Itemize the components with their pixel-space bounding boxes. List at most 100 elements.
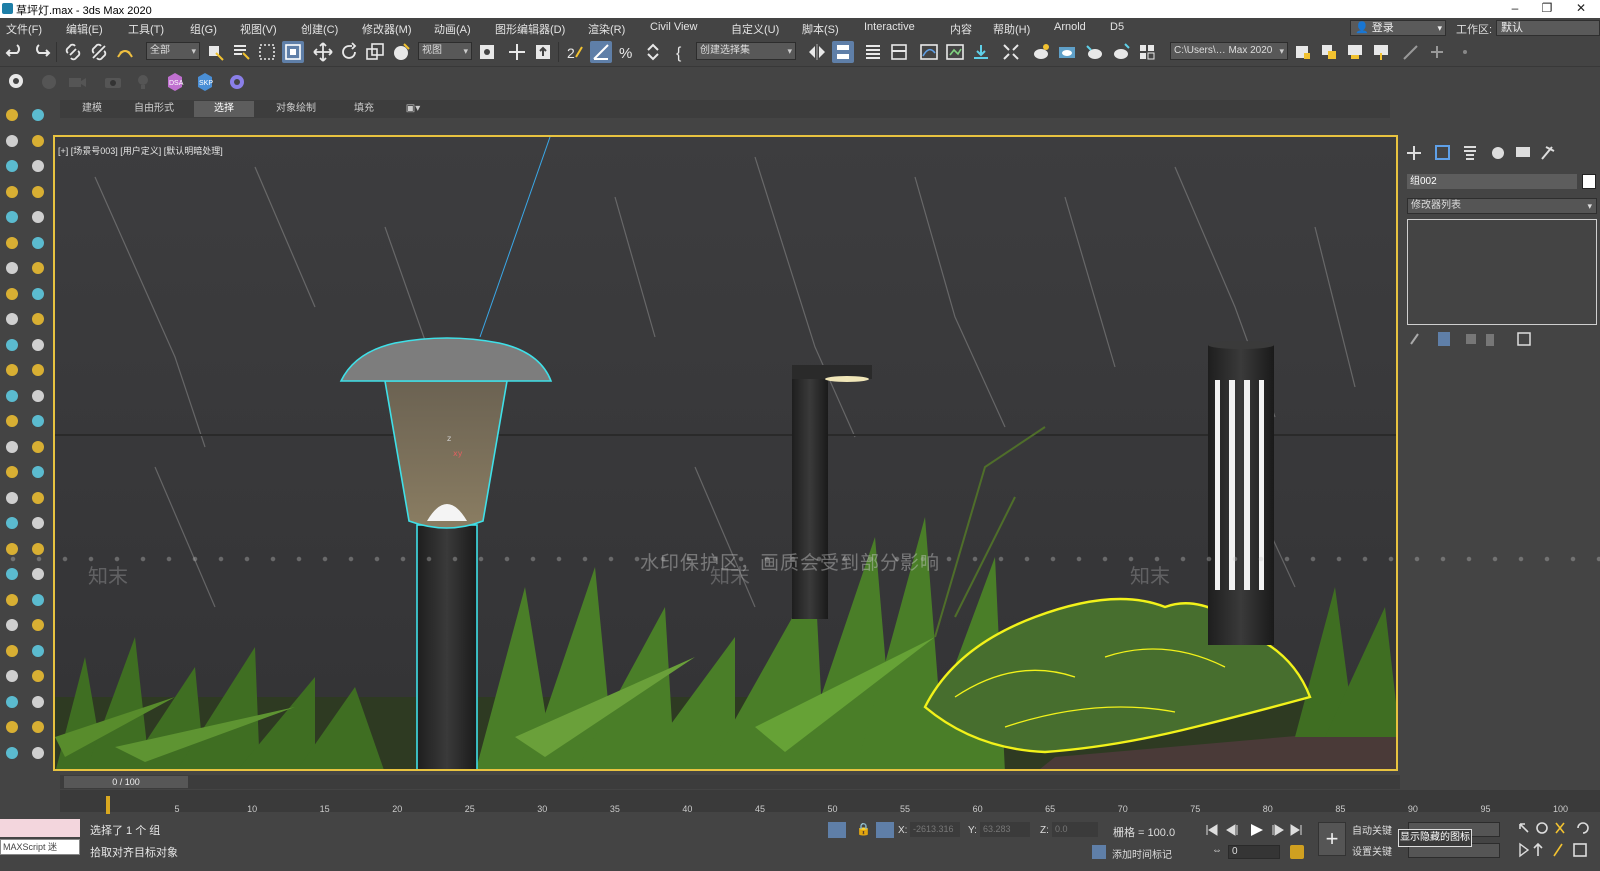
space-warps-icon[interactable] xyxy=(28,743,48,763)
skp-plugin-button[interactable]: SKP xyxy=(194,71,216,93)
create-shape-icon[interactable] xyxy=(28,105,48,125)
create-light-icon[interactable] xyxy=(28,666,48,686)
search-button[interactable] xyxy=(6,71,28,93)
space-warps-icon[interactable] xyxy=(2,233,22,253)
space-warps-icon[interactable] xyxy=(28,207,48,227)
sphere-tool-button[interactable] xyxy=(38,71,60,93)
dot-button[interactable] xyxy=(1454,41,1476,63)
undo-button[interactable] xyxy=(4,41,26,63)
create-shape-icon[interactable] xyxy=(2,131,22,151)
scene-explorer-button[interactable] xyxy=(1318,41,1340,63)
create-light-icon[interactable] xyxy=(28,488,48,508)
systems-icon[interactable] xyxy=(28,411,48,431)
helpers-icon[interactable] xyxy=(28,717,48,737)
menu-scripting[interactable]: 脚本(S) xyxy=(802,21,839,37)
scale-button[interactable] xyxy=(364,41,386,63)
maxscript-listener[interactable] xyxy=(0,819,80,837)
settings-plugin-button[interactable] xyxy=(226,71,248,93)
object-name-field[interactable]: 组002 xyxy=(1407,174,1577,189)
render-in-cloud-button[interactable] xyxy=(1136,41,1158,63)
ribbon-options-button[interactable]: ▣▾ xyxy=(402,101,424,117)
modifier-list-dropdown[interactable]: 修改器列表 xyxy=(1407,198,1597,214)
create-geometry-icon[interactable] xyxy=(28,615,48,635)
menu-graph-editors[interactable]: 图形编辑器(D) xyxy=(495,21,565,37)
curve-editor-button[interactable] xyxy=(918,41,940,63)
photo-tool-button[interactable] xyxy=(102,71,124,93)
toggle-ribbon-button[interactable] xyxy=(888,41,910,63)
create-shape-icon[interactable] xyxy=(28,462,48,482)
menu-edit[interactable]: 编辑(E) xyxy=(66,21,103,37)
create-light-icon[interactable] xyxy=(2,335,22,355)
tab-object-paint[interactable]: 对象绘制 xyxy=(264,101,328,117)
absolute-mode-button[interactable] xyxy=(876,822,894,838)
create-geometry-icon[interactable] xyxy=(2,284,22,304)
systems-icon[interactable] xyxy=(28,233,48,253)
space-warps-icon[interactable] xyxy=(2,411,22,431)
create-camera-icon[interactable] xyxy=(2,360,22,380)
current-frame-marker[interactable] xyxy=(106,796,110,814)
add-time-tag-button[interactable]: 添加时间标记 xyxy=(1112,846,1172,861)
maximize-button[interactable]: ❐ xyxy=(1532,1,1562,17)
helpers-icon[interactable] xyxy=(28,182,48,202)
spinner-snap-button[interactable] xyxy=(642,41,664,63)
create-light-icon[interactable] xyxy=(2,156,22,176)
menu-view[interactable]: 视图(V) xyxy=(240,21,277,37)
viewport-label[interactable]: [+] [场景号003] [用户定义] [默认明暗处理] xyxy=(58,144,223,157)
create-geometry-icon[interactable] xyxy=(28,437,48,457)
z-coordinate-field[interactable]: 0.0 xyxy=(1052,822,1098,837)
time-config-icon[interactable] xyxy=(1290,845,1304,859)
create-camera-icon[interactable] xyxy=(2,182,22,202)
isolate-selection-button[interactable] xyxy=(828,822,846,838)
minimize-button[interactable]: – xyxy=(1500,1,1530,17)
reference-coordinate-dropdown[interactable]: 视图 xyxy=(418,42,472,60)
mirror-button[interactable] xyxy=(806,41,828,63)
space-warps-icon[interactable] xyxy=(28,386,48,406)
selection-filter-dropdown[interactable]: 全部 xyxy=(146,42,200,60)
helpers-icon[interactable] xyxy=(2,743,22,763)
systems-icon[interactable] xyxy=(2,258,22,278)
project-folder-button[interactable] xyxy=(1292,41,1314,63)
tab-populate[interactable]: 填充 xyxy=(336,101,392,117)
create-shape-icon[interactable] xyxy=(2,666,22,686)
create-geometry-icon[interactable] xyxy=(28,258,48,278)
stack-controls[interactable] xyxy=(1408,330,1548,348)
layer-explorer-button[interactable] xyxy=(862,41,884,63)
create-geometry-icon[interactable] xyxy=(2,105,22,125)
create-shape-icon[interactable] xyxy=(2,488,22,508)
menu-create[interactable]: 创建(C) xyxy=(301,21,338,37)
snaps-toggle-button[interactable]: 2 xyxy=(564,41,586,63)
systems-icon[interactable] xyxy=(2,615,22,635)
y-coordinate-field[interactable]: 63.283 xyxy=(980,822,1030,837)
create-camera-icon[interactable] xyxy=(28,513,48,533)
create-shape-icon[interactable] xyxy=(2,309,22,329)
edit-named-selection-button[interactable]: { xyxy=(672,41,694,63)
lock-icon[interactable]: 🔒 xyxy=(856,822,871,836)
project-path-dropdown[interactable]: C:\Users\… Max 2020 xyxy=(1170,42,1288,60)
region-select-button[interactable] xyxy=(256,41,278,63)
helpers-icon[interactable] xyxy=(2,386,22,406)
create-light-icon[interactable] xyxy=(28,131,48,151)
named-selection-dropdown[interactable]: 创建选择集 xyxy=(696,42,796,60)
current-frame-field[interactable]: 0 xyxy=(1228,845,1280,859)
camera-tool-button[interactable] xyxy=(66,71,88,93)
create-shape-icon[interactable] xyxy=(28,641,48,661)
menu-animation[interactable]: 动画(A) xyxy=(434,21,471,37)
viewport-nav-controls[interactable] xyxy=(1516,820,1600,860)
menu-arnold[interactable]: Arnold xyxy=(1054,21,1086,33)
menu-content[interactable]: 内容 xyxy=(950,21,972,37)
merge-button[interactable] xyxy=(1344,41,1366,63)
select-by-name-button[interactable] xyxy=(230,41,252,63)
rendered-frame-window-button[interactable] xyxy=(1030,41,1052,63)
close-button[interactable]: ✕ xyxy=(1566,1,1596,17)
perspective-viewport[interactable]: z xy xyxy=(53,135,1398,771)
systems-icon[interactable] xyxy=(28,590,48,610)
helpers-icon[interactable] xyxy=(28,360,48,380)
redo-button[interactable] xyxy=(30,41,52,63)
render-frame-button[interactable] xyxy=(1056,41,1078,63)
time-slider-knob[interactable]: 0 / 100 xyxy=(64,776,188,788)
create-geometry-icon[interactable] xyxy=(2,462,22,482)
create-camera-icon[interactable] xyxy=(28,156,48,176)
menu-civil-view[interactable]: Civil View xyxy=(650,21,697,33)
create-geometry-icon[interactable] xyxy=(2,641,22,661)
auto-key-button[interactable]: 自动关键 xyxy=(1352,822,1392,837)
